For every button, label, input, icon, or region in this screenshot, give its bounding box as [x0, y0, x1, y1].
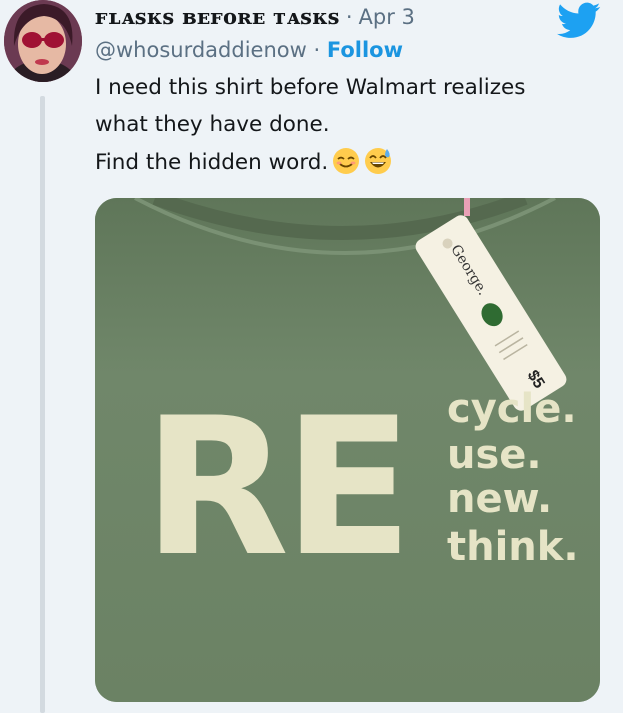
shirt-word-cycle: cycle.: [447, 386, 577, 432]
relieved-face-emoji-icon: [333, 148, 360, 174]
tweet-text-line-3-text: Find the hidden word.: [95, 150, 329, 175]
tweet-photo[interactable]: George. $5 RE cycle. use. new. think.: [95, 198, 600, 702]
tweet-text-line-3: Find the hidden word.: [95, 147, 392, 175]
header-separator: ·: [345, 5, 353, 29]
avatar[interactable]: [4, 0, 82, 82]
shirt-photo-svg: George. $5 RE cycle. use. new. think.: [95, 198, 600, 702]
twitter-bird-icon[interactable]: [557, 2, 601, 40]
user-handle[interactable]: @whosurdaddienow: [95, 38, 307, 62]
shirt-word-new: new.: [447, 476, 552, 522]
thread-line: [40, 96, 45, 713]
tweet-date[interactable]: Apr 3: [359, 5, 415, 29]
shirt-big-letters: RE: [143, 377, 407, 598]
tweet-text-line-1: I need this shirt before Walmart realize…: [95, 75, 526, 100]
tweet-header: ꜰʟᴀꜱᴋꜱ ʙᴇꜰᴏʀᴇ ᴛᴀꜱᴋꜱ · Apr 3: [95, 4, 415, 32]
display-name[interactable]: ꜰʟᴀꜱᴋꜱ ʙᴇꜰᴏʀᴇ ᴛᴀꜱᴋꜱ: [95, 4, 340, 29]
follow-link[interactable]: Follow: [327, 38, 403, 62]
follow-separator: ·: [306, 38, 327, 62]
grinning-sweat-face-emoji-icon: [365, 148, 392, 174]
tweet-card: ꜰʟᴀꜱᴋꜱ ʙᴇꜰᴏʀᴇ ᴛᴀꜱᴋꜱ · Apr 3 @whosurdaddien…: [0, 0, 623, 713]
shirt-word-think: think.: [447, 524, 579, 570]
shirt-word-use: use.: [447, 432, 542, 478]
tweet-subheader: @whosurdaddienow · Follow: [95, 38, 403, 62]
avatar-image: [4, 0, 82, 82]
tweet-text-line-2: what they have done.: [95, 112, 330, 137]
